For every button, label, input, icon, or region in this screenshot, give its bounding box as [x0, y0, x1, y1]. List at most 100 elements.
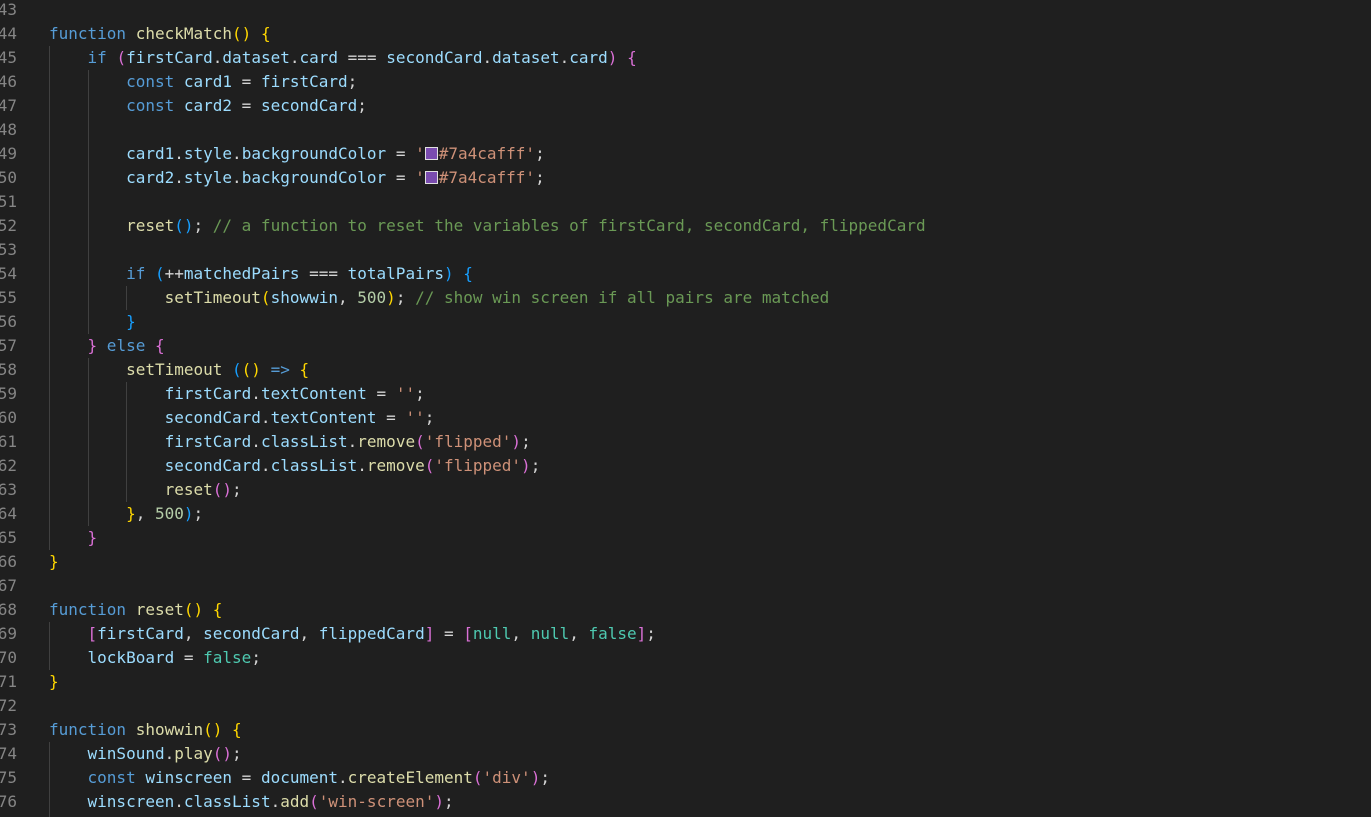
code-token: .: [232, 168, 242, 187]
code-line[interactable]: 62 secondCard.classList.remove('flipped'…: [0, 454, 1371, 478]
code-token: card: [569, 48, 608, 67]
line-code: reset();: [49, 478, 242, 502]
code-token: .: [357, 456, 367, 475]
code-token: checkMatch: [135, 24, 233, 43]
code-token: =: [434, 624, 464, 643]
code-line[interactable]: 49 card1.style.backgroundColor = ' #7a4ca…: [0, 142, 1371, 166]
code-line[interactable]: 46 const card1 = firstCard;: [0, 70, 1371, 94]
code-line[interactable]: 70 lockBoard = false;: [0, 646, 1371, 670]
code-line[interactable]: 65 }: [0, 526, 1371, 550]
code-token: totalPairs: [347, 264, 444, 283]
code-token: ): [386, 288, 396, 307]
code-line[interactable]: 54 if (++matchedPairs === totalPairs) {: [0, 262, 1371, 286]
code-token: '': [405, 408, 425, 427]
code-line[interactable]: 59 firstCard.textContent = '';: [0, 382, 1371, 406]
code-token: play: [174, 744, 213, 763]
code-line[interactable]: 50 card2.style.backgroundColor = ' #7a4ca…: [0, 166, 1371, 190]
code-line[interactable]: 58 setTimeout (() => {: [0, 358, 1371, 382]
code-line[interactable]: 76 winscreen.classList.add('win-screen')…: [0, 790, 1371, 814]
code-token: (): [174, 216, 194, 235]
code-line[interactable]: 66}: [0, 550, 1371, 574]
line-number: 61: [0, 432, 17, 451]
code-token: (: [232, 360, 242, 379]
code-token: .: [174, 168, 184, 187]
code-token: #7a4cafff': [438, 168, 536, 187]
line-number: 76: [0, 792, 17, 811]
code-line[interactable]: 53: [0, 238, 1371, 262]
code-token: dataset: [222, 48, 290, 67]
code-token: (: [424, 456, 435, 475]
code-line[interactable]: 55 setTimeout(showwin, 500); // show win…: [0, 286, 1371, 310]
code-token: lockBoard: [87, 648, 175, 667]
code-line[interactable]: 63 reset();: [0, 478, 1371, 502]
code-line[interactable]: 71}: [0, 670, 1371, 694]
code-line[interactable]: 52 reset(); // a function to reset the v…: [0, 214, 1371, 238]
color-swatch-icon[interactable]: [424, 171, 438, 184]
code-token: ;: [347, 72, 358, 91]
code-token: (: [309, 792, 319, 811]
code-line[interactable]: 67: [0, 574, 1371, 598]
code-token: showwin: [135, 720, 204, 739]
code-token: winscreen: [145, 768, 233, 787]
code-token: if: [126, 264, 155, 283]
color-swatch-icon[interactable]: [424, 147, 438, 160]
code-token: #7a4cafff': [438, 144, 536, 163]
indent-guide: [88, 70, 89, 334]
line-number: 44: [0, 24, 17, 43]
code-token: ;: [357, 96, 367, 115]
code-line[interactable]: 61 firstCard.classList.remove('flipped')…: [0, 430, 1371, 454]
code-token: .: [174, 144, 184, 163]
code-line[interactable]: 64 }, 500);: [0, 502, 1371, 526]
code-token: ;: [395, 288, 416, 307]
code-token: classList: [183, 792, 271, 811]
line-number: 46: [0, 72, 17, 91]
line-code: }: [49, 310, 136, 334]
code-line[interactable]: 60 secondCard.textContent = '';: [0, 406, 1371, 430]
code-token: {: [212, 600, 223, 619]
indent-guide: [49, 622, 50, 670]
code-line[interactable]: 48: [0, 118, 1371, 142]
code-line[interactable]: 51: [0, 190, 1371, 214]
line-number: 66: [0, 552, 17, 571]
code-line[interactable]: 72: [0, 694, 1371, 718]
line-code: winSound.play();: [49, 742, 242, 766]
code-line[interactable]: 45 if (firstCard.dataset.card === second…: [0, 46, 1371, 70]
line-number: 45: [0, 48, 17, 67]
code-token: // a function to reset the variables of …: [212, 216, 926, 235]
code-token: =: [232, 768, 261, 787]
code-token: ): [530, 768, 541, 787]
code-line[interactable]: 74 winSound.play();: [0, 742, 1371, 766]
code-line[interactable]: 57 } else {: [0, 334, 1371, 358]
code-line[interactable]: 56 }: [0, 310, 1371, 334]
code-line[interactable]: 73 function showwin() {: [0, 718, 1371, 742]
line-number: 56: [0, 312, 17, 331]
code-token: .: [559, 48, 570, 67]
code-token: 'div': [482, 768, 531, 787]
line-code: function reset() {: [49, 598, 222, 622]
code-token: .: [174, 792, 184, 811]
code-line[interactable]: 75 const winscreen = document.createElem…: [0, 766, 1371, 790]
code-token: }: [87, 528, 98, 547]
code-token: ,: [511, 624, 531, 643]
code-token: setTimeout: [164, 288, 261, 307]
code-token: ;: [444, 792, 454, 811]
code-token: ): [521, 456, 531, 475]
code-editor[interactable]: 43 44 function checkMatch() { 45 if ( firstC…: [0, 0, 1371, 817]
code-token: }: [126, 312, 136, 331]
code-token: setTimeout: [126, 360, 233, 379]
code-line[interactable]: 69 [firstCard, secondCard, flippedCard] …: [0, 622, 1371, 646]
line-number: 52: [0, 216, 17, 235]
code-line[interactable]: 68 function reset() {: [0, 598, 1371, 622]
code-token: firstCard: [126, 48, 213, 67]
code-token: ): [511, 432, 522, 451]
code-token: firstCard: [164, 384, 252, 403]
code-line[interactable]: 47 const card2 = secondCard;: [0, 94, 1371, 118]
code-token: secondCard: [386, 48, 483, 67]
line-number: 72: [0, 696, 17, 715]
code-line[interactable]: 43: [0, 0, 1371, 22]
code-token: textContent: [260, 384, 367, 403]
code-line[interactable]: 44 function checkMatch() {: [0, 22, 1371, 46]
code-token: 500: [357, 288, 387, 307]
code-token: secondCard: [260, 96, 358, 115]
